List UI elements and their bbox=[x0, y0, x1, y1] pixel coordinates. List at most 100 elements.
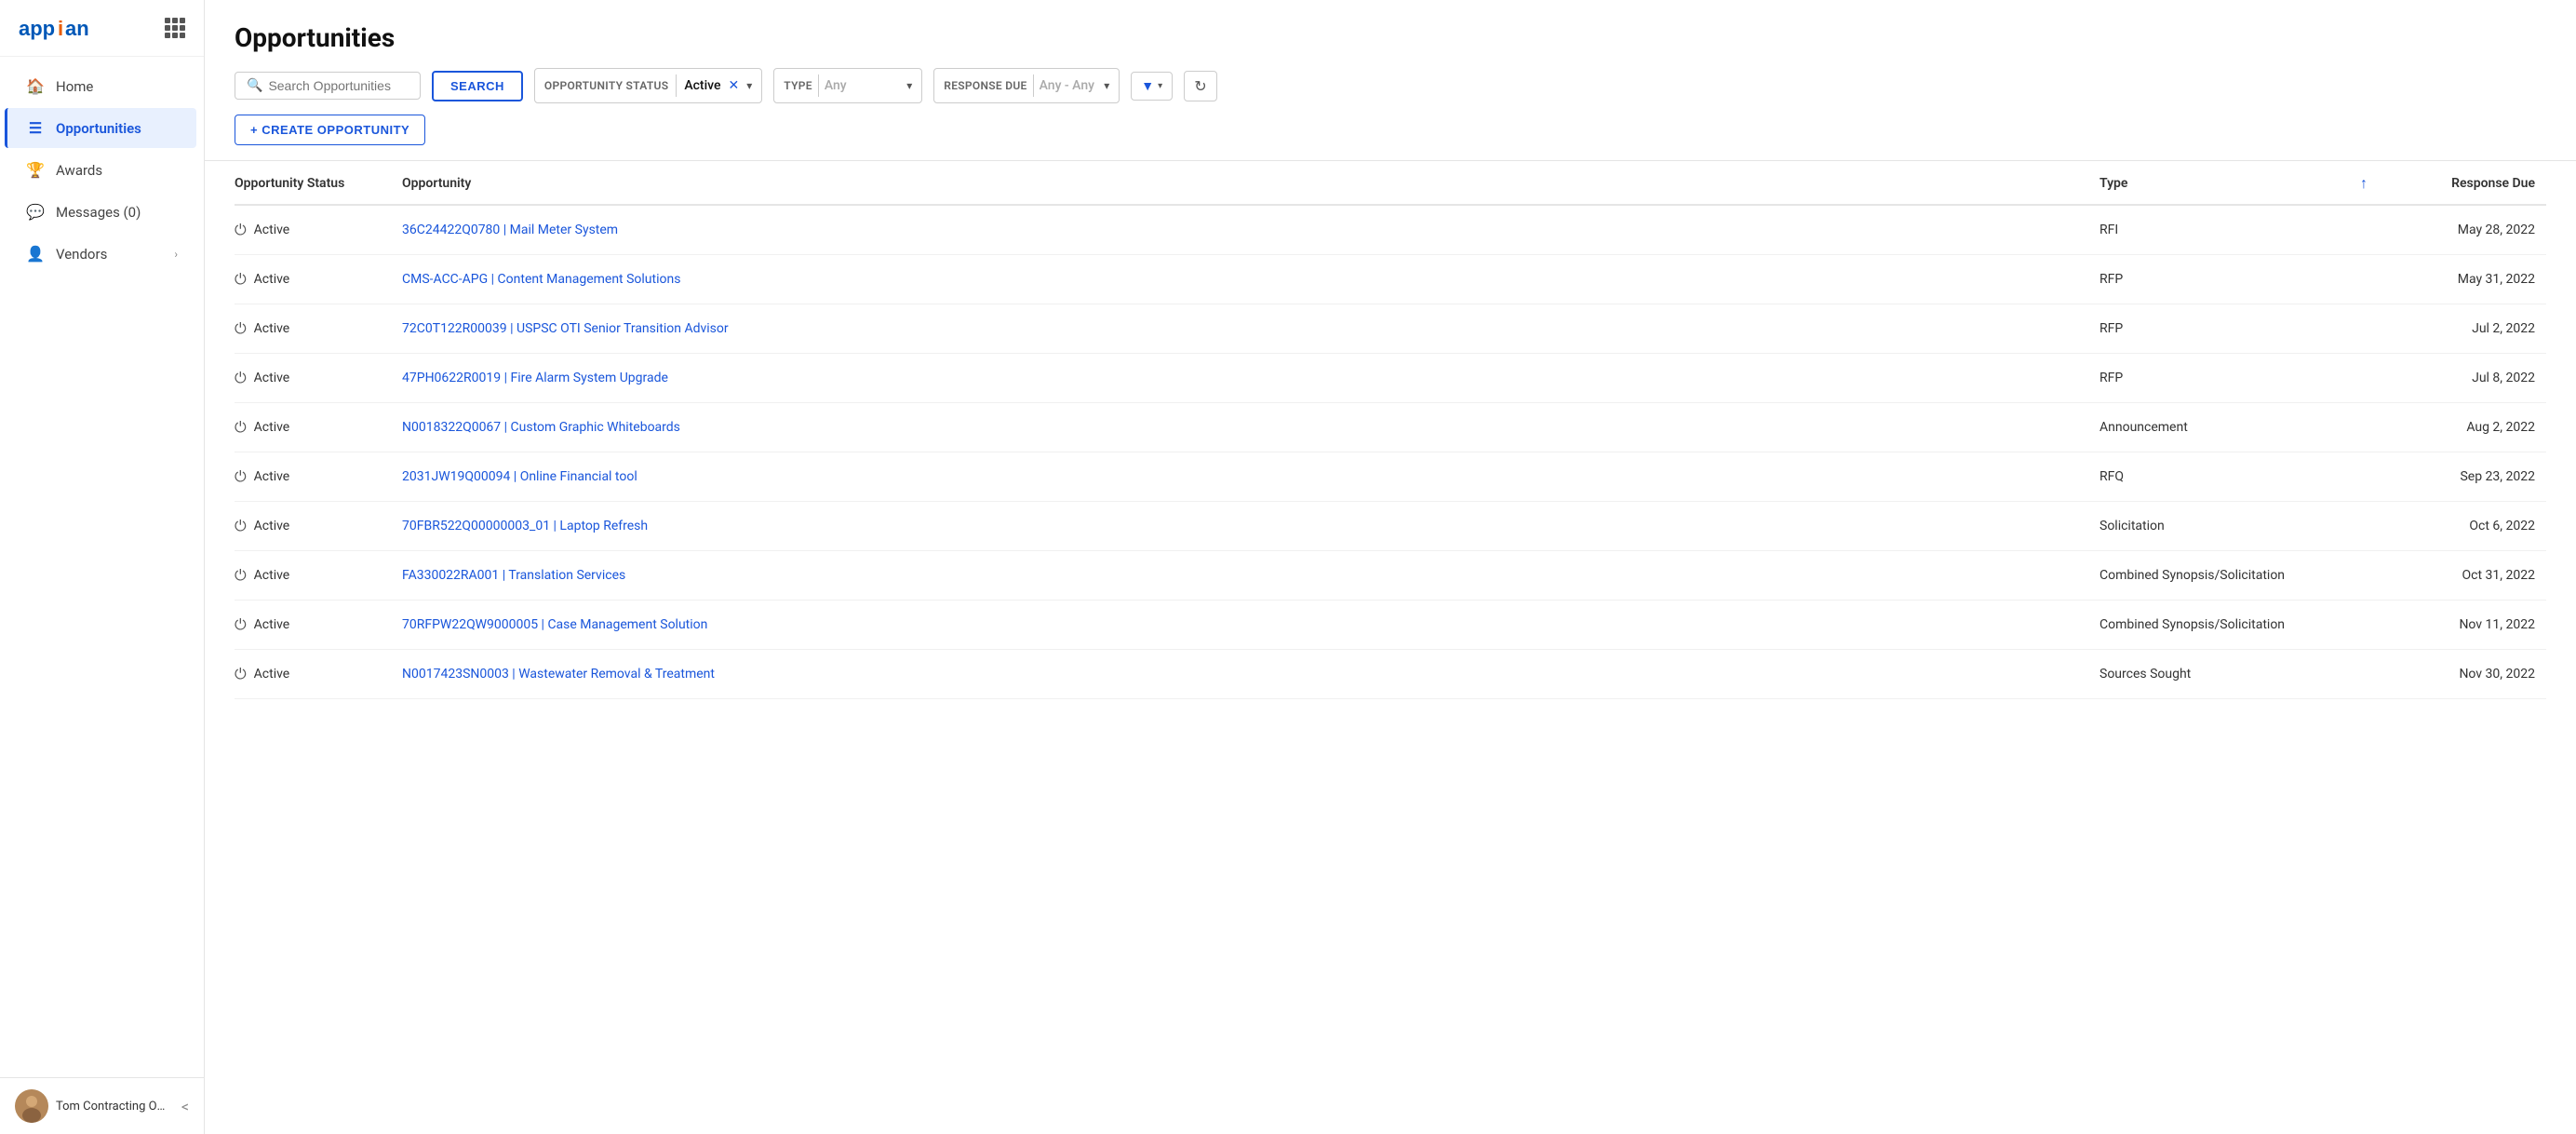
col-header-response-due: Response Due bbox=[2397, 161, 2546, 205]
opportunity-link[interactable]: CMS-ACC-APG | Content Management Solutio… bbox=[402, 272, 680, 287]
active-status-icon: ⏻ bbox=[235, 566, 247, 585]
table-row: ⏻ Active 70FBR522Q00000003_01 | Laptop R… bbox=[235, 502, 2546, 551]
table-body: ⏻ Active 36C24422Q0780 | Mail Meter Syst… bbox=[235, 205, 2546, 699]
status-value: Active bbox=[254, 272, 290, 287]
sidebar-item-awards[interactable]: 🏆 Awards bbox=[7, 150, 196, 190]
response-due-value: Any - Any bbox=[1040, 78, 1099, 93]
toolbar: 🔍 SEARCH OPPORTUNITY STATUS Active ✕ ▾ T… bbox=[235, 68, 2546, 103]
opportunity-cell: FA330022RA001 | Translation Services bbox=[402, 551, 2100, 601]
page-header: Opportunities 🔍 SEARCH OPPORTUNITY STATU… bbox=[205, 0, 2576, 161]
status-value: Active bbox=[254, 223, 290, 237]
opportunity-cell: 72C0T122R00039 | USPSC OTI Senior Transi… bbox=[402, 304, 2100, 354]
opportunity-link[interactable]: 36C24422Q0780 | Mail Meter System bbox=[402, 223, 618, 237]
response-due-chevron-icon[interactable]: ▾ bbox=[1104, 79, 1109, 92]
sort-cell bbox=[2360, 304, 2397, 354]
table-row: ⏻ Active N0018322Q0067 | Custom Graphic … bbox=[235, 403, 2546, 452]
opportunity-cell: N0017423SN0003 | Wastewater Removal & Tr… bbox=[402, 650, 2100, 699]
col-header-sort[interactable]: ↑ bbox=[2360, 161, 2397, 205]
opportunity-cell: N0018322Q0067 | Custom Graphic Whiteboar… bbox=[402, 403, 2100, 452]
table-row: ⏻ Active N0017423SN0003 | Wastewater Rem… bbox=[235, 650, 2546, 699]
type-cell: Announcement bbox=[2100, 403, 2360, 452]
status-value: Active bbox=[254, 568, 290, 583]
response-due-cell: May 31, 2022 bbox=[2397, 255, 2546, 304]
opportunity-cell: 70FBR522Q00000003_01 | Laptop Refresh bbox=[402, 502, 2100, 551]
opportunity-link[interactable]: FA330022RA001 | Translation Services bbox=[402, 568, 625, 583]
opportunity-link[interactable]: N0018322Q0067 | Custom Graphic Whiteboar… bbox=[402, 420, 680, 435]
svg-text:app: app bbox=[19, 17, 55, 40]
opportunities-icon: ☰ bbox=[26, 119, 45, 137]
awards-icon: 🏆 bbox=[26, 161, 45, 179]
type-cell: Sources Sought bbox=[2100, 650, 2360, 699]
search-input[interactable] bbox=[268, 78, 409, 93]
type-cell: RFP bbox=[2100, 354, 2360, 403]
type-chevron-icon[interactable]: ▾ bbox=[906, 79, 912, 92]
type-filter-divider bbox=[818, 74, 819, 97]
active-status-icon: ⏻ bbox=[235, 319, 247, 338]
active-status-icon: ⏻ bbox=[235, 517, 247, 535]
opportunity-link[interactable]: N0017423SN0003 | Wastewater Removal & Tr… bbox=[402, 667, 715, 682]
active-status-icon: ⏻ bbox=[235, 467, 247, 486]
sidebar-collapse-button[interactable]: < bbox=[181, 1098, 189, 1115]
opportunity-cell: CMS-ACC-APG | Content Management Solutio… bbox=[402, 255, 2100, 304]
response-due-filter[interactable]: RESPONSE DUE Any - Any ▾ bbox=[933, 68, 1120, 103]
main-content: Opportunities 🔍 SEARCH OPPORTUNITY STATU… bbox=[205, 0, 2576, 1134]
sort-cell bbox=[2360, 403, 2397, 452]
clear-status-icon[interactable]: ✕ bbox=[729, 78, 740, 93]
sort-cell bbox=[2360, 205, 2397, 255]
opportunity-status-filter[interactable]: OPPORTUNITY STATUS Active ✕ ▾ bbox=[534, 68, 762, 103]
status-cell: ⏻ Active bbox=[235, 205, 402, 255]
home-icon: 🏠 bbox=[26, 77, 45, 95]
table-row: ⏻ Active 72C0T122R00039 | USPSC OTI Seni… bbox=[235, 304, 2546, 354]
table-row: ⏻ Active FA330022RA001 | Translation Ser… bbox=[235, 551, 2546, 601]
vendors-icon: 👤 bbox=[26, 245, 45, 263]
sort-cell bbox=[2360, 502, 2397, 551]
user-info: Tom Contracting Offi... bbox=[15, 1089, 181, 1123]
table-row: ⏻ Active 70RFPW22QW9000005 | Case Manage… bbox=[235, 601, 2546, 650]
avatar bbox=[15, 1089, 48, 1123]
sidebar-item-opportunities[interactable]: ☰ Opportunities bbox=[5, 108, 196, 148]
active-status-icon: ⏻ bbox=[235, 221, 247, 239]
status-cell: ⏻ Active bbox=[235, 403, 402, 452]
search-button[interactable]: SEARCH bbox=[432, 71, 523, 101]
sidebar-item-label-awards: Awards bbox=[56, 162, 102, 179]
sidebar-header: app i an bbox=[0, 0, 204, 57]
sort-icon[interactable]: ↑ bbox=[2360, 174, 2368, 192]
funnel-icon: ▼ bbox=[1141, 78, 1154, 94]
active-status-icon: ⏻ bbox=[235, 665, 247, 683]
opportunity-link[interactable]: 70RFPW22QW9000005 | Case Management Solu… bbox=[402, 617, 707, 632]
table-row: ⏻ Active CMS-ACC-APG | Content Managemen… bbox=[235, 255, 2546, 304]
search-icon: 🔍 bbox=[247, 78, 262, 93]
opportunity-status-label: OPPORTUNITY STATUS bbox=[544, 79, 668, 92]
funnel-button[interactable]: ▼ ▾ bbox=[1131, 72, 1173, 101]
opportunity-link[interactable]: 47PH0622R0019 | Fire Alarm System Upgrad… bbox=[402, 371, 668, 385]
opportunity-link[interactable]: 2031JW19Q00094 | Online Financial tool bbox=[402, 469, 637, 484]
svg-text:i: i bbox=[58, 17, 63, 40]
opportunity-link[interactable]: 72C0T122R00039 | USPSC OTI Senior Transi… bbox=[402, 321, 729, 336]
refresh-button[interactable]: ↻ bbox=[1184, 71, 1216, 101]
create-opportunity-button[interactable]: + CREATE OPPORTUNITY bbox=[235, 115, 425, 145]
table-row: ⏻ Active 2031JW19Q00094 | Online Financi… bbox=[235, 452, 2546, 502]
type-filter[interactable]: TYPE Any ▾ bbox=[773, 68, 922, 103]
opportunity-link[interactable]: 70FBR522Q00000003_01 | Laptop Refresh bbox=[402, 519, 648, 533]
status-value: Active bbox=[254, 617, 290, 632]
response-due-cell: Jul 8, 2022 bbox=[2397, 354, 2546, 403]
opportunity-cell: 47PH0622R0019 | Fire Alarm System Upgrad… bbox=[402, 354, 2100, 403]
active-status-icon: ⏻ bbox=[235, 369, 247, 387]
sidebar-item-messages[interactable]: 💬 Messages (0) bbox=[7, 192, 196, 232]
sidebar-footer: Tom Contracting Offi... < bbox=[0, 1077, 204, 1134]
grid-icon[interactable] bbox=[165, 18, 185, 38]
chevron-right-icon: › bbox=[174, 248, 178, 261]
response-due-cell: Nov 11, 2022 bbox=[2397, 601, 2546, 650]
status-value: Active bbox=[254, 667, 290, 682]
sidebar-item-home[interactable]: 🏠 Home bbox=[7, 66, 196, 106]
active-status-icon: ⏻ bbox=[235, 418, 247, 437]
response-due-cell: Sep 23, 2022 bbox=[2397, 452, 2546, 502]
sidebar-item-vendors[interactable]: 👤 Vendors › bbox=[7, 234, 196, 274]
search-box[interactable]: 🔍 bbox=[235, 72, 421, 100]
chevron-down-icon[interactable]: ▾ bbox=[746, 79, 752, 92]
refresh-icon: ↻ bbox=[1194, 77, 1206, 95]
opportunity-status-value: Active bbox=[684, 78, 720, 93]
type-cell: RFI bbox=[2100, 205, 2360, 255]
response-due-cell: Oct 6, 2022 bbox=[2397, 502, 2546, 551]
sidebar-item-label-opportunities: Opportunities bbox=[56, 120, 141, 137]
